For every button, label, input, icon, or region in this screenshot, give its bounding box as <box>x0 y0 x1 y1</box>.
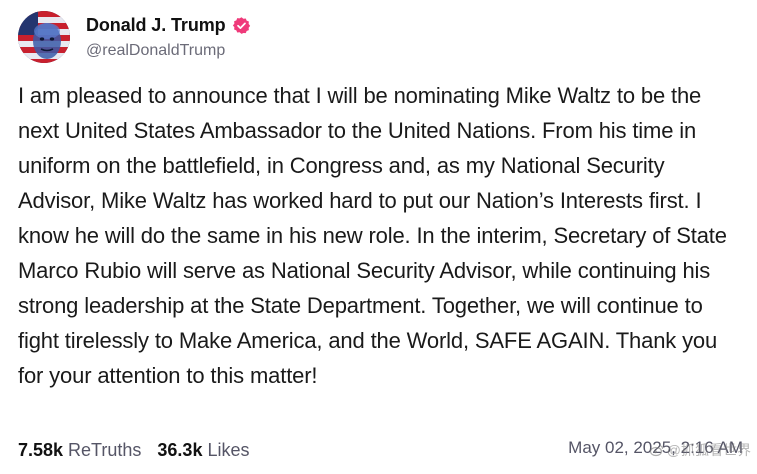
likes-stat[interactable]: 36.3k Likes <box>157 440 249 461</box>
avatar[interactable] <box>18 11 70 63</box>
watermark: @抓狐看世界 <box>649 440 751 460</box>
post-body-text: I am pleased to announce that I will be … <box>18 83 727 388</box>
weibo-icon <box>649 443 664 457</box>
avatar-image <box>18 11 70 63</box>
truth-post: Donald J. Trump @realDonaldTrump I am pl… <box>0 0 757 474</box>
author-name-row: Donald J. Trump <box>86 12 251 38</box>
likes-count: 36.3k <box>157 439 203 460</box>
author-handle[interactable]: @realDonaldTrump <box>86 42 225 60</box>
retruths-count: 7.58k <box>18 439 64 460</box>
verified-badge-icon <box>232 16 251 35</box>
retruths-label: ReTruths <box>68 439 142 460</box>
retruths-stat[interactable]: 7.58k ReTruths <box>18 440 141 461</box>
author-display-name[interactable]: Donald J. Trump <box>86 15 226 36</box>
likes-label: Likes <box>207 439 250 460</box>
watermark-text: @抓狐看世界 <box>666 442 751 458</box>
